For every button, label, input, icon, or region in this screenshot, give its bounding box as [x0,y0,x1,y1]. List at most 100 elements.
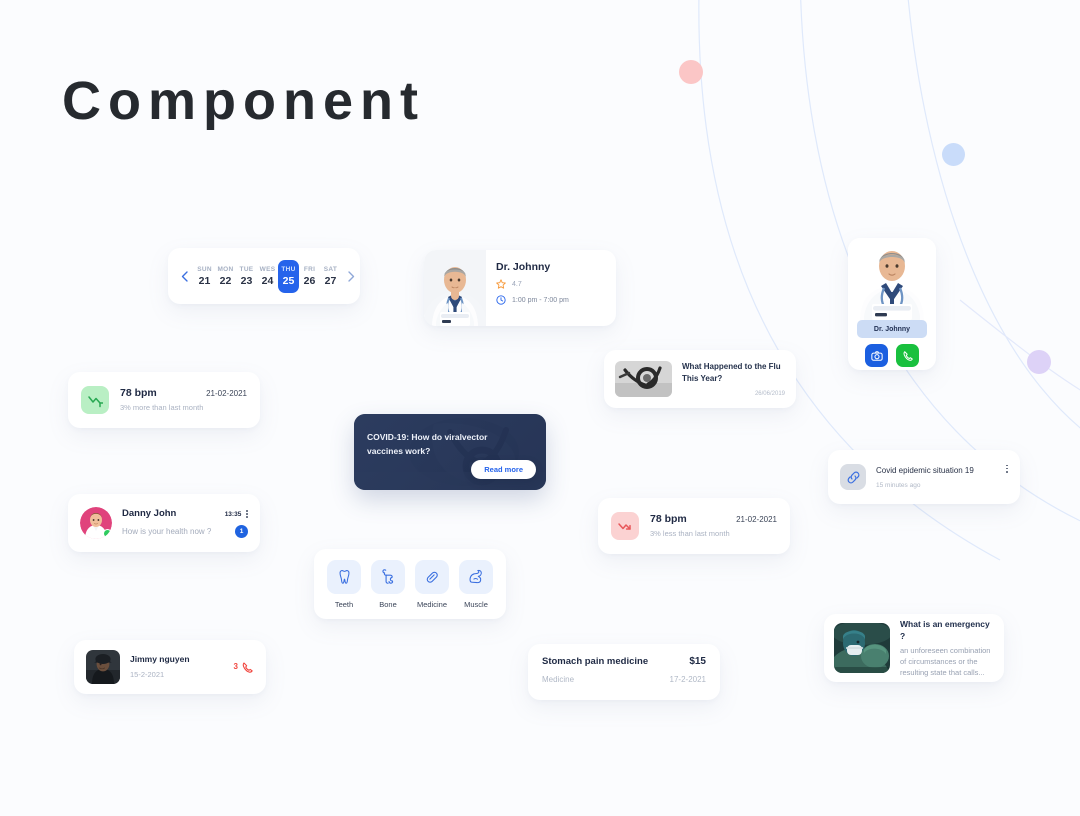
doctor-profile-photo [848,238,936,320]
doctor-profile-actions [848,344,936,367]
flu-article-thumbnail [615,361,672,397]
kebab-menu-icon[interactable] [246,509,248,519]
doctor-appointment-card[interactable]: Dr. Johnny 4.7 1:00 pm - 7:00 pm [424,250,616,326]
decorative-dot-blue [942,143,965,166]
bone-icon [371,559,405,594]
missed-call-count: 3 [233,662,238,671]
calendar-day-25-selected[interactable]: THU 25 [278,259,299,293]
calendar-date: 24 [261,274,274,287]
read-more-button[interactable]: Read more [471,460,536,479]
calendar-dow: WES [259,265,276,273]
calendar-dow: TUE [239,265,254,273]
calendar-dow: MON [217,265,234,273]
doctor-photo [424,250,486,326]
heart-rate-card-increase[interactable]: 78 bpm 21-02-2021 3% more than last mont… [68,372,260,428]
camera-icon[interactable] [865,344,888,367]
calendar-date: 27 [324,274,337,287]
category-label: Teeth [334,599,354,609]
decorative-dot-pink [679,60,703,84]
medicine-price-card[interactable]: Stomach pain medicine $15 Medicine 17-2-… [528,644,720,700]
notification-body: Covid epidemic situation 19 15 minutes a… [876,464,1008,490]
category-label: Muscle [464,599,488,609]
phone-icon[interactable] [896,344,919,367]
decorative-dot-purple [1027,350,1051,374]
chat-contact-name: Danny John [122,508,177,519]
notification-timestamp: 15 minutes ago [876,481,921,489]
category-shortcut-bar: Teeth Bone Medicine Muscle [314,549,506,619]
missed-call-card[interactable]: Jimmy nguyen 15-2-2021 3 [74,640,266,694]
doctor-info: Dr. Johnny 4.7 1:00 pm - 7:00 pm [486,250,616,326]
calendar-date: 22 [219,274,232,287]
calendar-date: 25 [282,274,295,287]
trend-up-arrow-icon [81,386,109,414]
medicine-category: Medicine [542,675,575,684]
heart-rate-date: 21-02-2021 [206,389,247,398]
medicine-date: 17-2-2021 [669,675,706,684]
emergency-body: What is an emergency ? an unforeseen com… [900,618,994,678]
category-teeth[interactable]: Teeth [327,559,361,609]
calendar-dow: SUN [197,265,212,273]
heart-rate-comparison: 3% less than last month [650,529,730,538]
star-icon [496,279,506,289]
chat-list-item[interactable]: Danny John 13:35 How is your health now … [68,494,260,552]
calendar-dow: FRI [303,265,316,273]
calendar-day-27[interactable]: SAT 27 [320,260,341,293]
emergency-title: What is an emergency ? [900,619,990,641]
calendar-date: 21 [198,274,211,287]
category-muscle[interactable]: Muscle [459,559,493,609]
category-bone[interactable]: Bone [371,559,405,609]
link-chain-icon [840,464,866,490]
missed-call-body: Jimmy nguyen 15-2-2021 [130,654,224,680]
flexed-biceps-icon [459,559,493,594]
heart-rate-card-decrease[interactable]: 78 bpm 21-02-2021 3% less than last mont… [598,498,790,554]
flu-article-date: 26/06/2019 [754,390,785,397]
notification-title: Covid epidemic situation 19 [876,465,974,475]
calendar-day-22[interactable]: MON 22 [215,260,236,293]
kebab-menu-icon[interactable] [1006,464,1008,473]
capsule-pill-icon [415,559,449,594]
online-status-dot [103,529,112,538]
notification-link-card[interactable]: Covid epidemic situation 19 15 minutes a… [828,450,1020,504]
emergency-description: an unforeseen combination of circumstanc… [900,646,991,677]
phone-missed-icon [241,661,254,674]
calendar-dow: SAT [323,265,338,273]
flu-article-card[interactable]: What Happened to the Flu This Year? 26/0… [604,350,796,408]
category-label: Bone [379,599,397,609]
avatar [80,507,112,539]
heart-rate-date: 21-02-2021 [736,515,777,524]
calendar-day-23[interactable]: TUE 23 [236,260,257,293]
chat-content: Danny John 13:35 How is your health now … [122,508,248,538]
chat-timestamp: 13:35 [224,510,242,518]
flu-article-body: What Happened to the Flu This Year? 26/0… [682,361,785,398]
calendar-dow: THU [281,265,296,273]
page-title: Component [62,71,425,131]
heart-rate-value: 78 bpm [650,513,687,525]
covid-article-card[interactable]: COVID-19: How do viralvector vaccines wo… [354,414,546,490]
doctor-rating-row: 4.7 [496,279,616,289]
doctor-profile-card[interactable]: Dr. Johnny [848,238,936,370]
calendar-date: 23 [240,274,253,287]
doctor-hours-row: 1:00 pm - 7:00 pm [496,295,616,305]
calendar-day-21[interactable]: SUN 21 [194,260,215,293]
chevron-left-icon[interactable] [176,270,192,282]
calendar-day-24[interactable]: WES 24 [257,260,278,293]
category-medicine[interactable]: Medicine [415,559,449,609]
heart-rate-value: 78 bpm [120,387,157,399]
calendar-date: 26 [303,274,316,287]
trend-down-arrow-icon [611,512,639,540]
category-label: Medicine [416,599,447,609]
calendar-days: SUN 21 MON 22 TUE 23 WES 24 THU 25 FRI 2… [192,259,343,293]
chevron-right-icon[interactable] [343,270,359,282]
clock-icon [496,295,506,305]
calendar-week-strip[interactable]: SUN 21 MON 22 TUE 23 WES 24 THU 25 FRI 2… [168,248,360,304]
missed-call-indicator: 3 [234,661,254,674]
medicine-price: $15 [689,656,706,667]
flu-article-title: What Happened to the Flu This Year? [682,361,781,383]
emergency-info-card[interactable]: What is an emergency ? an unforeseen com… [824,614,1004,682]
contact-photo [86,650,120,684]
covid-card-title: COVID-19: How do viralvector vaccines wo… [367,432,488,456]
tooth-icon [327,559,361,594]
heart-rate-body: 78 bpm 21-02-2021 3% more than last mont… [120,387,247,413]
medicine-name: Stomach pain medicine [542,656,649,667]
calendar-day-26[interactable]: FRI 26 [299,260,320,293]
